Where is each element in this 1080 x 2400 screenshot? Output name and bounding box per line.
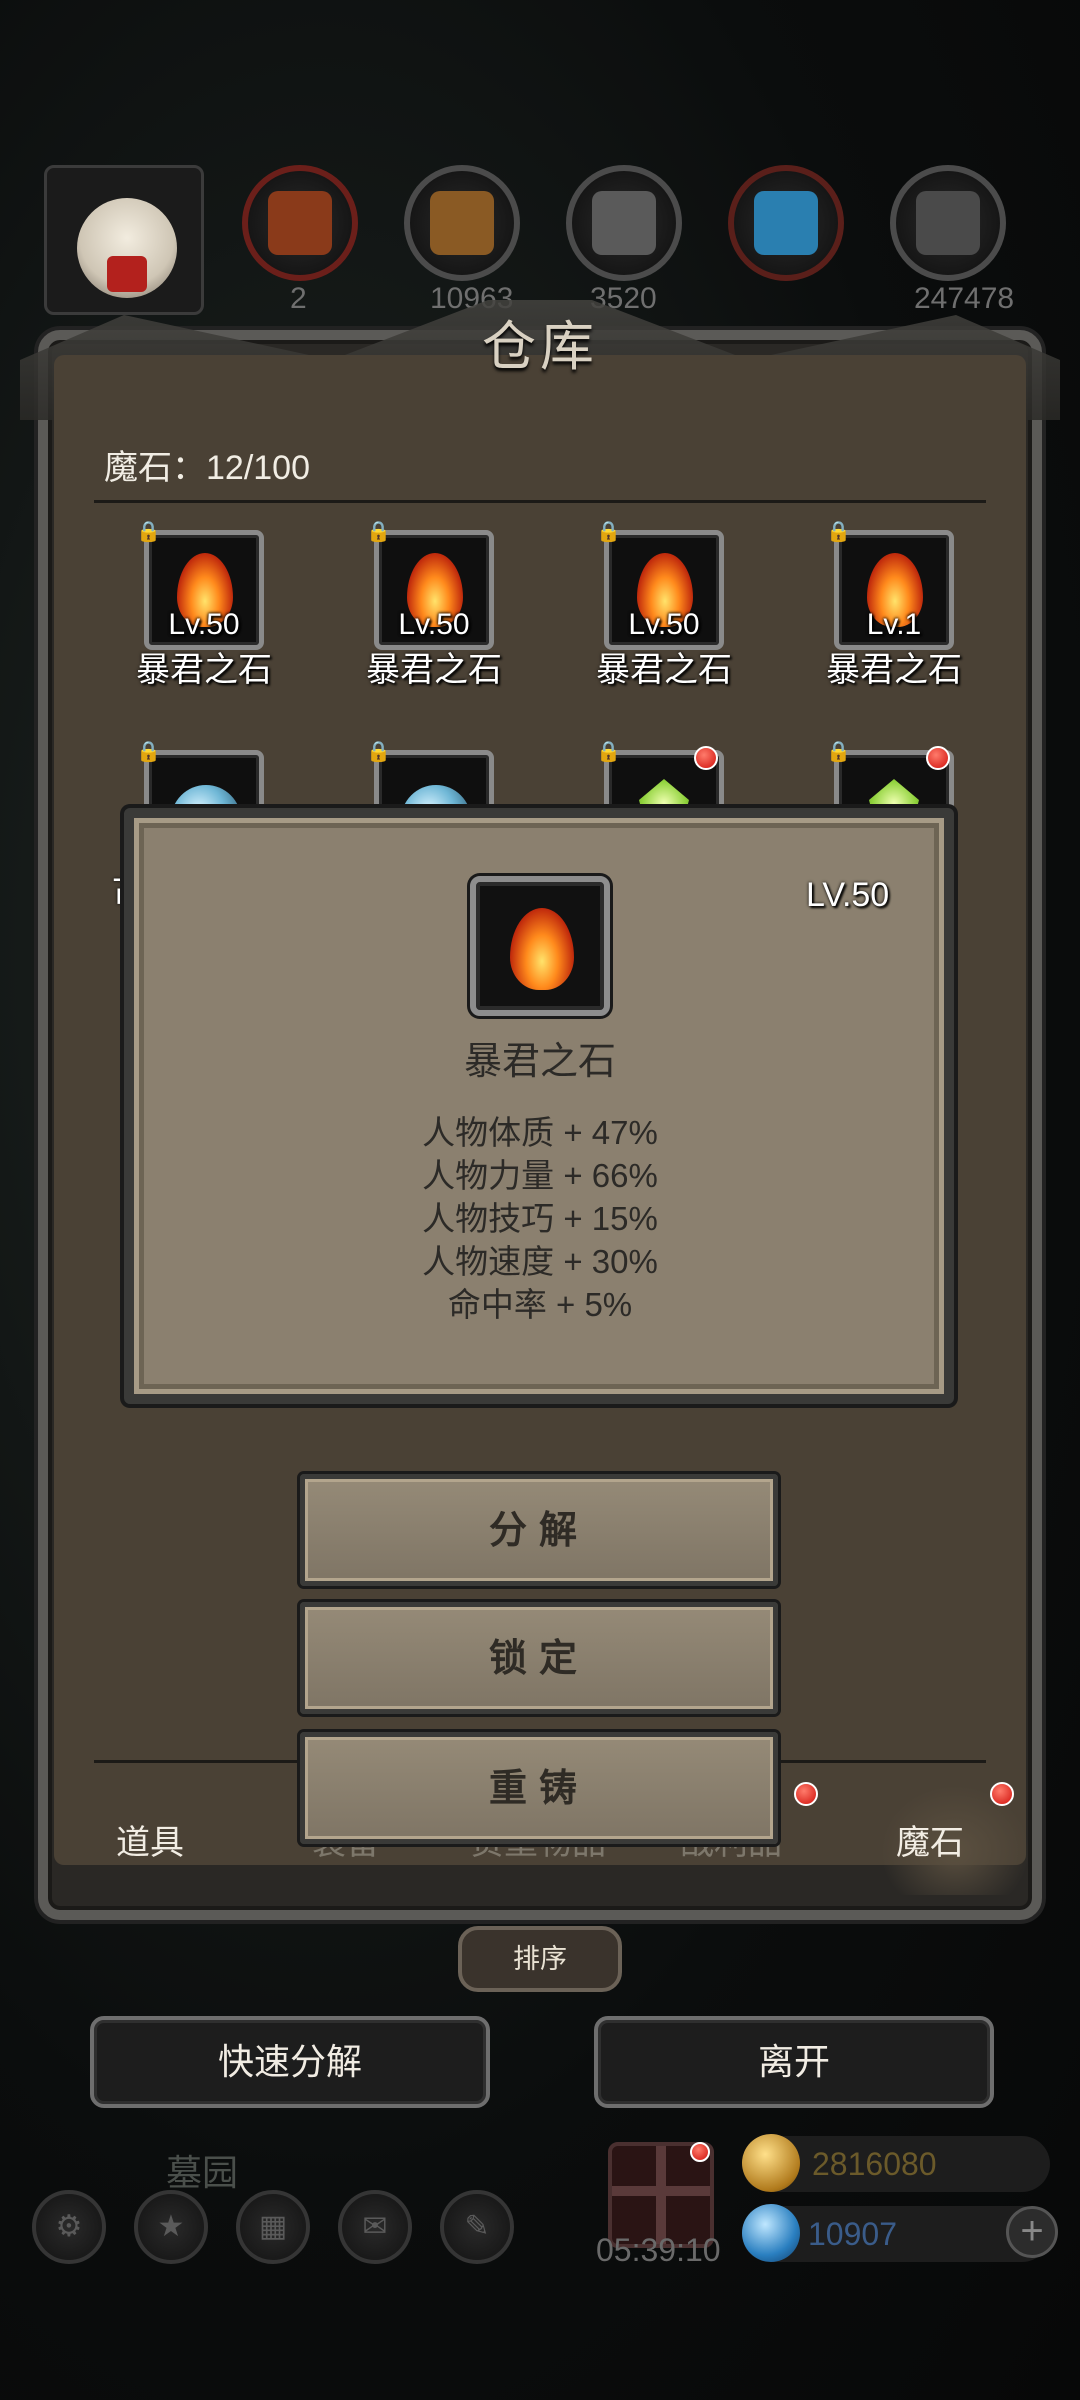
gear-icon[interactable]: ⚙ <box>32 2190 106 2264</box>
detail-item-name: 暴君之石 <box>463 1041 616 1083</box>
sort-button[interactable]: 排序 <box>458 1926 622 1992</box>
item-name: 暴君之石 <box>136 651 272 689</box>
gold-coin-icon <box>742 2134 800 2192</box>
bunny-avatar-icon <box>77 198 177 298</box>
magic-stone-badge <box>990 1782 1014 1806</box>
lock-icon: 🔒 <box>136 741 161 763</box>
lock-icon: 🔒 <box>596 741 621 763</box>
resource-count: 247478 <box>914 282 1015 315</box>
lock-icon: 🔒 <box>596 521 621 543</box>
detail-level: LV.50 <box>806 876 890 914</box>
player-avatar[interactable] <box>44 165 204 315</box>
new-badge <box>926 746 950 770</box>
item-name: 暴君之石 <box>596 651 732 689</box>
stat-line: 人物技巧 + 15% <box>422 1200 658 1237</box>
stat-line: 人物力量 + 66% <box>422 1157 658 1194</box>
stone-resource-icon[interactable] <box>890 165 1006 281</box>
reforge-button[interactable]: 重铸 <box>300 1732 778 1844</box>
item-name: 暴君之石 <box>826 651 962 689</box>
inventory-item[interactable]: 🔒 Lv.1 暴君之石 <box>784 522 984 690</box>
tyrant-stone-icon <box>510 908 574 990</box>
inventory-item[interactable]: 🔒 Lv.50 暴君之石 <box>324 522 524 690</box>
item-level: Lv.1 <box>866 608 922 641</box>
stat-line: 命中率 + 5% <box>447 1286 633 1323</box>
stat-line: 人物速度 + 30% <box>422 1243 658 1280</box>
crystal-resource-icon[interactable] <box>728 165 844 281</box>
mail-icon[interactable]: ✉ <box>338 2190 412 2264</box>
detail-item-frame <box>470 876 610 1016</box>
gem-amount: 10907 <box>808 2216 897 2252</box>
item-level: Lv.50 <box>168 608 240 641</box>
blue-gem-icon <box>742 2204 800 2262</box>
divider <box>94 500 986 503</box>
inventory-item[interactable]: 🔒 Lv.50 暴君之石 <box>94 522 294 690</box>
lock-icon: 🔒 <box>826 741 851 763</box>
inventory-item[interactable]: 🔒 Lv.50 暴君之石 <box>554 522 754 690</box>
lock-icon: 🔒 <box>366 741 391 763</box>
magic-stone-capacity: 魔石：12/100 <box>104 449 310 487</box>
tab-items[interactable]: 道具 <box>116 1815 184 1864</box>
meat-resource-icon[interactable] <box>242 165 358 281</box>
item-level: Lv.50 <box>398 608 470 641</box>
decompose-button[interactable]: 分解 <box>300 1474 778 1586</box>
gold-amount: 2816080 <box>812 2146 937 2182</box>
gift-badge <box>690 2142 710 2162</box>
item-level: Lv.50 <box>628 608 700 641</box>
new-badge <box>694 746 718 770</box>
loot-badge <box>794 1782 818 1806</box>
gate-icon[interactable]: ▦ <box>236 2190 310 2264</box>
lock-icon: 🔒 <box>136 521 161 543</box>
tab-magic-stone[interactable]: 魔石 <box>896 1815 964 1864</box>
star-icon[interactable]: ★ <box>134 2190 208 2264</box>
wood-resource-icon[interactable] <box>404 165 520 281</box>
iron-resource-icon[interactable] <box>566 165 682 281</box>
add-currency-button[interactable]: + <box>1006 2206 1058 2258</box>
item-name: 暴君之石 <box>366 651 502 689</box>
resource-count: 2 <box>290 282 307 315</box>
lock-button[interactable]: 锁定 <box>300 1602 778 1714</box>
quick-decompose-button[interactable]: 快速分解 <box>90 2016 490 2108</box>
gift-timer: 05:39:10 <box>596 2232 721 2268</box>
lock-icon: 🔒 <box>826 521 851 543</box>
panel-title: 仓库 <box>482 315 598 378</box>
lock-icon: 🔒 <box>366 521 391 543</box>
chat-icon[interactable]: ✎ <box>440 2190 514 2264</box>
location-label: 墓园 <box>166 2152 239 2193</box>
stat-line: 人物体质 + 47% <box>422 1114 658 1151</box>
leave-button[interactable]: 离开 <box>594 2016 994 2108</box>
